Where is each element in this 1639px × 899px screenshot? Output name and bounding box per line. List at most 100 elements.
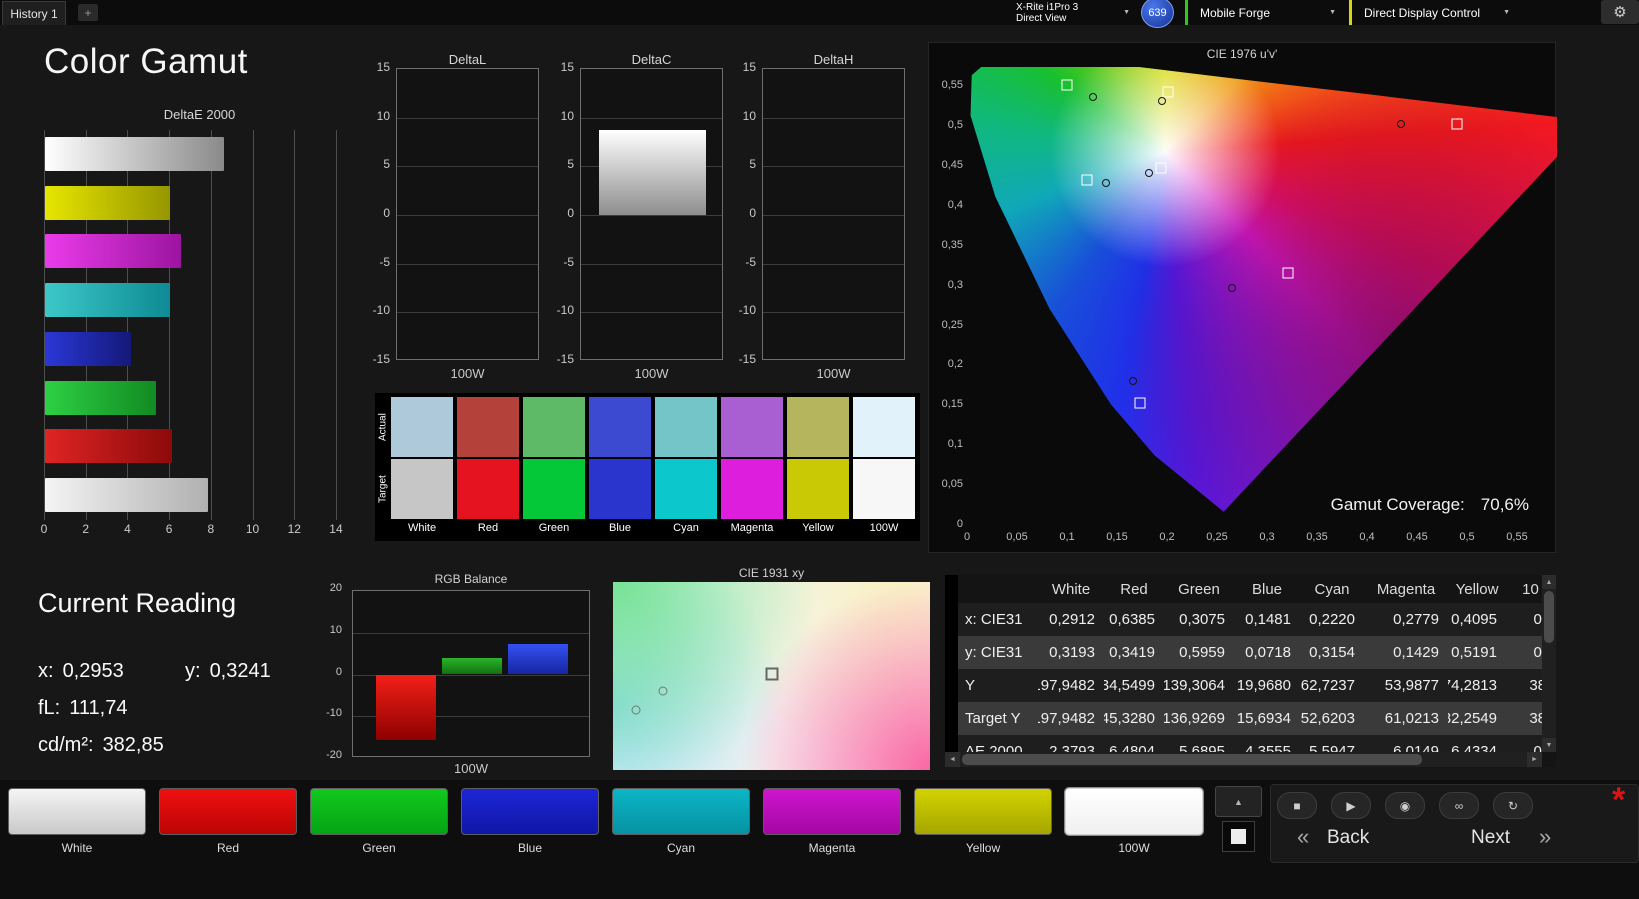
table-row[interactable]: Y 197,9482 34,5499 139,3064 19,9680 162,7237 5… xyxy=(958,669,1542,702)
chevron-down-icon: ▼ xyxy=(1123,9,1130,16)
delta-chart-deltal: DeltaL 15 10 5 0 -5 -10 -15 100W xyxy=(356,52,539,392)
table-header-cell: Yellow xyxy=(1455,580,1499,598)
pattern-button-label: Cyan xyxy=(666,841,695,855)
swatch-column-blue: Blue xyxy=(589,393,651,541)
table-cell: 0,3154 xyxy=(1309,644,1355,661)
target-marker xyxy=(765,667,779,681)
swatch-strip: Actual Target White Red Green Blue Cyan Magen… xyxy=(375,393,920,541)
table-row-label: y: CIE31 xyxy=(965,644,1023,661)
chromaticity-horseshoe xyxy=(970,67,1557,512)
reading-fl: fL: 111,74 xyxy=(38,697,127,720)
pattern-button-cyan[interactable] xyxy=(612,788,750,835)
table-cell: 152,6203 xyxy=(1300,710,1355,727)
pattern-button-red[interactable] xyxy=(159,788,297,835)
record-button[interactable]: ◉ xyxy=(1385,792,1425,819)
deltae-bar-yellow xyxy=(45,185,171,220)
table-cell: 5,6895 xyxy=(1179,743,1225,752)
pattern-button-100w[interactable] xyxy=(1065,788,1203,835)
table-vscrollbar[interactable]: ▲ ▼ xyxy=(1542,575,1556,752)
next-button[interactable]: Next xyxy=(1471,827,1510,849)
swatch-target xyxy=(721,459,783,519)
refresh-button[interactable]: ↻ xyxy=(1493,792,1533,819)
scroll-down-button[interactable]: ▼ xyxy=(1542,738,1556,752)
table-row[interactable]: y: CIE31 0,3193 0,3419 0,5959 0,0718 0,3154 0,… xyxy=(958,636,1542,669)
table-cell: 0,0718 xyxy=(1245,644,1291,661)
scroll-right-button[interactable]: ► xyxy=(1527,752,1542,767)
pattern-button-label: Red xyxy=(216,841,239,855)
reading-x: x: 0,2953 xyxy=(38,660,124,683)
measured-marker xyxy=(1228,284,1236,293)
deltae-chart-title: DeltaE 2000 xyxy=(163,107,236,122)
pattern-button-white[interactable] xyxy=(8,788,146,835)
pattern-button-yellow[interactable] xyxy=(914,788,1052,835)
rgb-bar-red xyxy=(376,674,436,741)
delta-chart-deltah: DeltaH 15 10 5 0 -5 -10 -15 100W xyxy=(722,52,905,392)
table-cell: 139,3064 xyxy=(1164,677,1225,694)
table-row[interactable]: x: CIE31 0,2912 0,6385 0,3075 0,1481 0,2220 0,… xyxy=(958,603,1542,636)
delta-chart-plot xyxy=(396,68,539,360)
delta-chart-title: DeltaL xyxy=(448,52,487,67)
reading-cd-value: 382,85 xyxy=(102,734,164,756)
add-tab-button[interactable]: + xyxy=(78,4,98,21)
table-cell: 0,1429 xyxy=(1393,644,1439,661)
table-cell: 0, xyxy=(1533,644,1542,661)
table-cell: 38 xyxy=(1529,710,1542,727)
table-cell: 0, xyxy=(1533,611,1542,628)
deltae-xaxis: 0 2 4 6 8 10 12 14 xyxy=(40,522,343,536)
pattern-button-magenta[interactable] xyxy=(763,788,901,835)
display-control-dropdown[interactable]: Direct Display Control ▼ xyxy=(1358,0,1516,25)
pattern-button-green[interactable] xyxy=(310,788,448,835)
back-button[interactable]: Back xyxy=(1327,827,1369,849)
swatch-column-magenta: Magenta xyxy=(721,393,783,541)
pattern-button-label: Yellow xyxy=(965,841,1001,855)
hscroll-thumb[interactable] xyxy=(962,754,1422,765)
scroll-up-button[interactable]: ▲ xyxy=(1542,575,1556,589)
link-button[interactable]: ∞ xyxy=(1439,792,1479,819)
scroll-left-button[interactable]: ◄ xyxy=(945,752,960,767)
back-chevrons-icon[interactable]: « xyxy=(1297,824,1309,850)
pattern-button-label: Blue xyxy=(517,841,543,855)
swatch-label: Yellow xyxy=(802,522,834,534)
reading-cd: cd/m²: 382,85 xyxy=(38,734,164,757)
actual-row-label: Actual xyxy=(377,413,389,441)
swatch-actual xyxy=(523,397,585,457)
pattern-window-button[interactable] xyxy=(1222,821,1255,852)
play-button[interactable]: ▶ xyxy=(1331,792,1371,819)
swatch-label: Blue xyxy=(608,522,632,534)
deltae-bar-blue xyxy=(45,331,131,366)
pattern-button-blue[interactable] xyxy=(461,788,599,835)
meter-dropdown[interactable]: X-Rite i1Pro 3 Direct View ▼ xyxy=(1012,0,1134,25)
reading-x-label: x: xyxy=(38,660,54,682)
table-header-cell: Green xyxy=(1178,580,1220,598)
target-marker xyxy=(1451,118,1463,130)
settings-button[interactable]: ⚙ xyxy=(1601,0,1639,24)
stop-button[interactable]: ■ xyxy=(1277,792,1317,819)
gamut-coverage-value: 70,6% xyxy=(1480,495,1529,514)
measured-marker xyxy=(1089,92,1097,101)
deltae-bar-magenta xyxy=(45,234,181,269)
current-reading-title: Current Reading xyxy=(38,588,237,618)
table-cell: 34,5499 xyxy=(1104,677,1155,694)
swatch-actual xyxy=(787,397,849,457)
target-marker xyxy=(1081,174,1093,185)
pattern-scroll-up-button[interactable]: ▲ xyxy=(1215,786,1262,817)
swatch-label: 100W xyxy=(869,522,899,534)
table-cell: 45,3280 xyxy=(1104,710,1155,727)
tab-history-1[interactable]: History 1 xyxy=(2,1,66,25)
swatch-column-red: Red xyxy=(457,393,519,541)
table-hscrollbar[interactable]: ◄ ► xyxy=(945,752,1542,767)
table-cell: 4,3555 xyxy=(1245,743,1291,752)
next-chevrons-icon[interactable]: » xyxy=(1539,824,1551,850)
table-cell: 0,5191 xyxy=(1451,644,1497,661)
source-dropdown[interactable]: Mobile Forge ▼ xyxy=(1194,0,1342,25)
measured-marker xyxy=(1145,169,1153,178)
cie1931-title: CIE 1931 xy xyxy=(738,566,805,580)
table-header-cell: 10 xyxy=(1522,580,1539,598)
table-cell: 0,5959 xyxy=(1179,644,1225,661)
table-row[interactable]: Target Y 197,9482 45,3280 136,9269 15,6934 15… xyxy=(958,702,1542,735)
table-row[interactable]: ΔE 2000 2,3793 6,4804 5,6895 4,3555 5,5947 6,0… xyxy=(958,735,1542,752)
target-row-label: Target xyxy=(377,475,389,503)
measured-marker xyxy=(1158,96,1166,105)
vscroll-thumb[interactable] xyxy=(1544,591,1554,643)
table-cell: 5,5947 xyxy=(1309,743,1355,752)
